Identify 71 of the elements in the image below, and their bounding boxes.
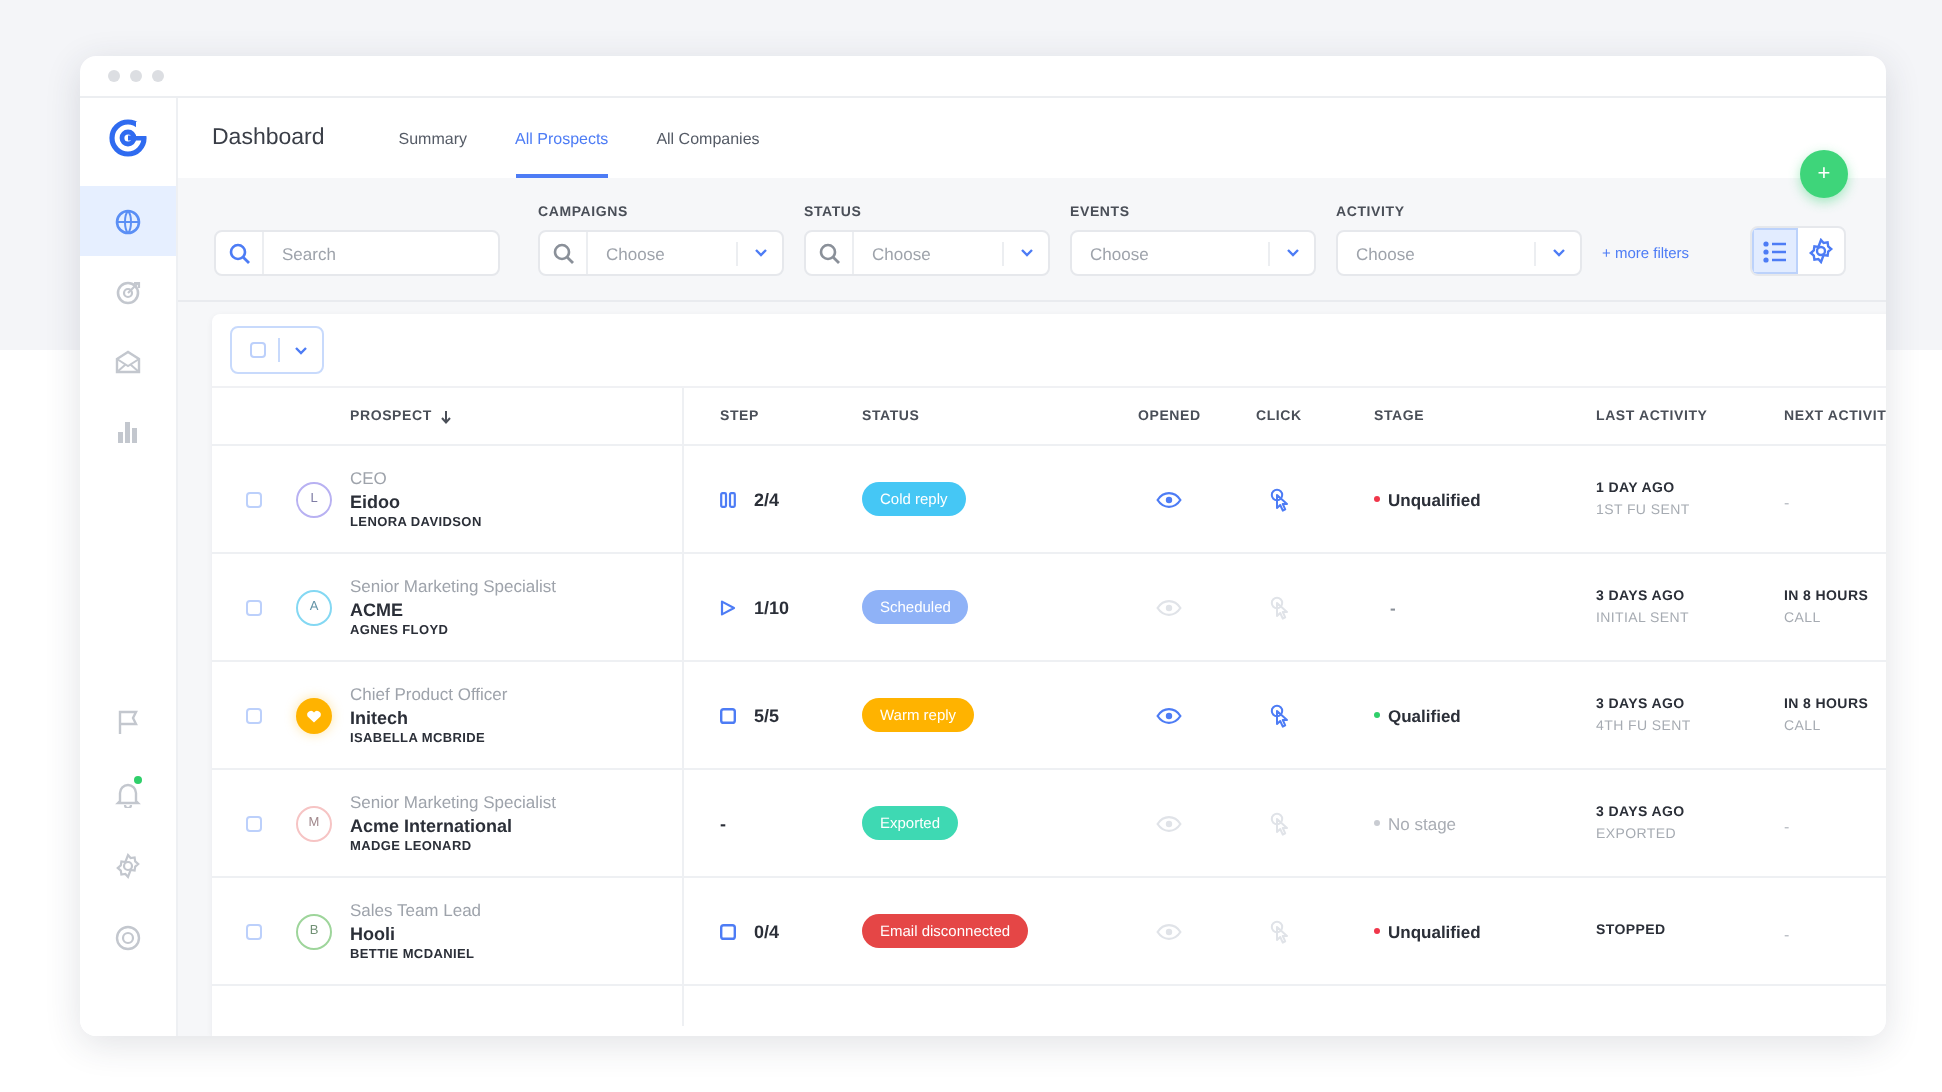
tab[interactable]: All Prospects — [515, 98, 609, 178]
search-icon — [552, 242, 574, 264]
help-icon — [114, 923, 142, 951]
job-title: Chief Product Officer — [350, 684, 508, 704]
step-count: 5/5 — [754, 705, 780, 725]
dropdown-input[interactable]: Choose — [1338, 243, 1534, 263]
pause-icon — [720, 491, 736, 507]
company-name: Eidoo — [350, 492, 402, 512]
chevron-down-icon — [1019, 248, 1033, 258]
filter-dropdown[interactable]: Choose — [1070, 230, 1316, 276]
filter-dropdown[interactable]: Choose — [1336, 230, 1582, 276]
window-controls-icon — [108, 70, 164, 82]
job-title: CEO — [350, 468, 389, 488]
filter-dropdown[interactable]: Choose — [538, 230, 784, 276]
search-input[interactable]: Search — [264, 243, 498, 263]
stage-label: Unqualified — [1388, 489, 1481, 509]
sort-down-icon — [439, 409, 452, 423]
sidebar-item[interactable] — [80, 186, 176, 256]
job-title: Senior Marketing Specialist — [350, 576, 556, 596]
list-view-button[interactable] — [1751, 228, 1798, 274]
bar-chart-icon — [114, 417, 142, 445]
stage-label: Unqualified — [1388, 921, 1481, 941]
bell-icon — [114, 779, 142, 807]
stage-label: - — [1390, 597, 1396, 617]
chevron-down-icon — [753, 248, 767, 258]
globe-icon — [114, 207, 142, 235]
dropdown-input[interactable]: Choose — [1072, 243, 1268, 263]
search-field[interactable]: Search — [214, 230, 500, 276]
company-name: Hooli — [350, 924, 397, 944]
target-icon — [114, 277, 142, 305]
next-activity-empty: - — [1784, 817, 1790, 835]
list-icon — [1761, 239, 1788, 263]
next-activity-empty: - — [1784, 493, 1790, 511]
step-count: 0/4 — [754, 921, 780, 941]
chevron-down-icon — [1285, 248, 1299, 258]
row-checkbox[interactable] — [246, 599, 262, 615]
envelope-icon — [114, 347, 142, 375]
gear-icon — [114, 851, 142, 879]
chevron-down-icon — [1551, 248, 1565, 258]
job-title: Sales Team Lead — [350, 900, 482, 920]
row-checkbox[interactable] — [246, 707, 262, 723]
next-activity-empty: - — [1784, 925, 1790, 943]
stage-label: Qualified — [1388, 705, 1461, 725]
step-count: 2/4 — [754, 489, 780, 509]
search-icon — [228, 242, 250, 264]
search-icon — [818, 242, 840, 264]
chevron-down-icon — [294, 345, 308, 355]
tab[interactable]: Summary — [398, 98, 467, 178]
company-name: Initech — [350, 708, 411, 728]
tab[interactable]: All Companies — [656, 98, 760, 178]
page-title: Dashboard — [212, 126, 325, 150]
company-name: ACME — [350, 600, 405, 620]
job-title: Senior Marketing Specialist — [350, 792, 556, 812]
settings-icon — [1807, 238, 1834, 264]
stop-icon — [720, 707, 736, 723]
step-count: - — [720, 813, 726, 833]
logo-icon — [108, 118, 148, 158]
flag-icon — [114, 707, 142, 735]
row-checkbox[interactable] — [246, 491, 262, 507]
play-icon — [720, 599, 736, 615]
bulk-select-dropdown[interactable] — [230, 326, 324, 374]
stop-icon — [720, 923, 736, 939]
filter-dropdown[interactable]: Choose — [804, 230, 1050, 276]
dropdown-input[interactable]: Choose — [588, 243, 736, 263]
checkbox[interactable] — [250, 342, 266, 358]
row-checkbox[interactable] — [246, 923, 262, 939]
stage-label: No stage — [1388, 813, 1457, 833]
company-name: Acme International — [350, 816, 515, 836]
row-checkbox[interactable] — [246, 815, 262, 831]
step-count: 1/10 — [754, 597, 790, 617]
dropdown-input[interactable]: Choose — [854, 243, 1002, 263]
